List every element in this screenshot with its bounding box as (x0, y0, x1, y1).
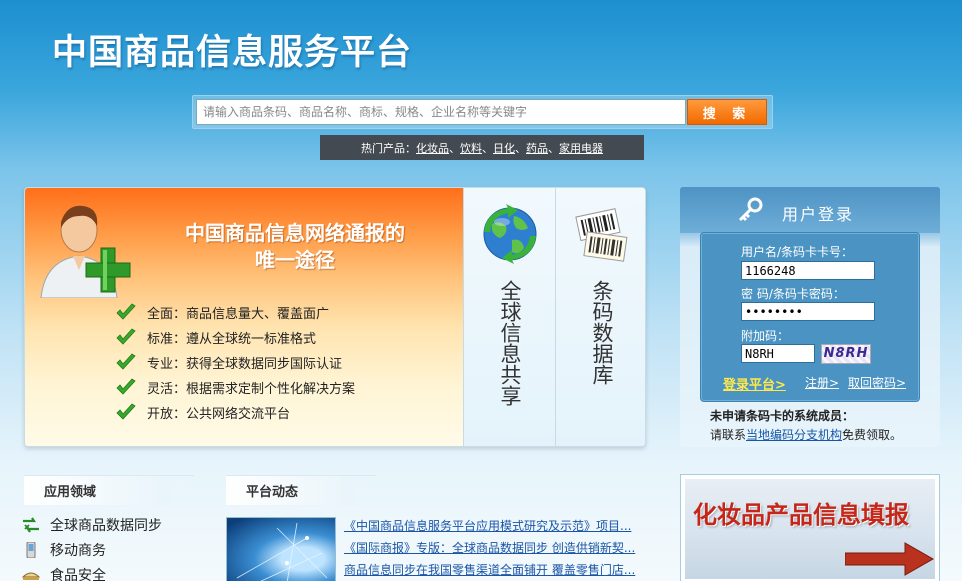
news-item: 《国际商报》专版：全球商品数据同步 创造供销新契... (344, 539, 635, 561)
feature-point: 全面：商品信息量大、覆盖面广 (115, 300, 355, 325)
site-title: 中国商品信息服务平台 (52, 33, 413, 73)
feature-points: 全面：商品信息量大、覆盖面广 标准：遵从全球统一标准格式 专业：获得全球数据同步… (115, 300, 355, 425)
key-icon (738, 197, 763, 222)
login-form: 用户名/条码卡卡号： 密 码/条码卡密码： 附加码： N8RH 登录平台> 注册… (700, 232, 920, 402)
app-item-data-sync[interactable]: 全球商品数据同步 (22, 512, 162, 537)
news-list: 《中国商品信息服务平台应用模式研究及示范》项目... 《国际商报》专版：全球商品… (344, 517, 635, 581)
apps-list: 全球商品数据同步 移动商务 食品安全 (22, 512, 162, 581)
food-icon (22, 572, 40, 580)
hot-link-daily-chemicals[interactable]: 日化 (493, 140, 515, 156)
search-input[interactable] (196, 99, 686, 125)
username-field[interactable] (741, 261, 875, 280)
hot-link-medicine[interactable]: 药品 (526, 140, 548, 156)
login-footer-text: 请联系当地编码分支机构免费领取。 (710, 426, 902, 445)
password-field[interactable] (741, 302, 875, 321)
news-image (226, 517, 336, 581)
hot-products-bar: 热门产品： 化妆品、 饮料、 日化、 药品、 家用电器 (320, 135, 644, 160)
global-sharing-label: 全球信息共享 (498, 280, 522, 406)
news-item: 商品信息同步在我国零售渠道全面铺开 覆盖零售门店... (344, 561, 635, 581)
app-item-label: 全球商品数据同步 (50, 517, 162, 534)
check-icon (116, 377, 136, 395)
news-link[interactable]: 《中国商品信息服务平台应用模式研究及示范》项目... (344, 519, 631, 533)
login-panel: 用户登录 用户名/条码卡卡号： 密 码/条码卡密码： 附加码： N8RH 登录平… (680, 187, 940, 447)
feature-point: 标准：遵从全球统一标准格式 (115, 325, 355, 350)
globe-network-image (236, 522, 328, 581)
news-link[interactable]: 《国际商报》专版：全球商品数据同步 创造供销新契... (344, 541, 635, 555)
recover-password-link[interactable]: 取回密码> (848, 374, 906, 391)
login-header: 用户登录 (680, 187, 940, 233)
globe-icon (483, 204, 537, 264)
register-link[interactable]: 注册> (805, 374, 839, 391)
news-link[interactable]: 商品信息同步在我国零售渠道全面铺开 覆盖零售门店... (344, 563, 635, 577)
feature-point-text: 灵活：根据需求定制个性化解决方案 (147, 382, 356, 397)
check-icon (116, 302, 136, 320)
login-footer-prefix: 请联系 (710, 428, 747, 442)
check-icon (116, 327, 136, 345)
feature-main: 中国商品信息网络通报的 唯一途径 全面：商品信息量大、覆盖面广 标准：遵从全球统… (25, 188, 463, 446)
feature-panel: 中国商品信息网络通报的 唯一途径 全面：商品信息量大、覆盖面广 标准：遵从全球统… (24, 187, 646, 447)
local-branch-link[interactable]: 当地编码分支机构 (746, 428, 842, 442)
feature-point: 专业：获得全球数据同步国际认证 (115, 350, 355, 375)
hot-link-appliances[interactable]: 家用电器 (559, 140, 603, 156)
username-label: 用户名/条码卡卡号： (741, 245, 854, 259)
captcha-field[interactable] (741, 344, 815, 363)
cosmetics-banner[interactable]: 化妆品产品信息填报 (680, 474, 940, 581)
login-footer: 未申请条码卡的系统成员： 请联系当地编码分支机构免费领取。 (710, 407, 902, 445)
phone-icon (26, 541, 36, 558)
hot-link-beverages[interactable]: 饮料 (460, 140, 482, 156)
search-button[interactable]: 搜 索 (687, 99, 767, 125)
app-item-label: 食品安全 (50, 567, 106, 581)
check-icon (116, 352, 136, 370)
password-label: 密 码/条码卡密码： (741, 287, 845, 301)
captcha-label: 附加码： (741, 329, 790, 343)
feature-headline: 中国商品信息网络通报的 唯一途径 (145, 220, 445, 274)
barcode-database-tab[interactable]: 条码数据库 (555, 188, 645, 446)
app-item-mobile-commerce[interactable]: 移动商务 (22, 537, 162, 562)
feature-point-text: 专业：获得全球数据同步国际认证 (147, 357, 343, 372)
banner-text: 化妆品产品信息填报 (693, 501, 909, 529)
news-heading: 平台动态 (226, 475, 376, 505)
app-item-label: 移动商务 (50, 542, 106, 559)
feature-headline-line2: 唯一途径 (255, 248, 335, 272)
feature-point: 灵活：根据需求定制个性化解决方案 (115, 375, 355, 400)
news-item: 《中国商品信息服务平台应用模式研究及示范》项目... (344, 517, 635, 539)
feature-point-text: 标准：遵从全球统一标准格式 (147, 332, 317, 347)
banner-inner: 化妆品产品信息填报 (685, 479, 935, 579)
app-item-food-safety[interactable]: 食品安全 (22, 562, 162, 581)
arrow-right-icon (845, 542, 935, 576)
barcode-database-label: 条码数据库 (590, 280, 614, 385)
feature-point-text: 全面：商品信息量大、覆盖面广 (147, 307, 330, 322)
sync-icon (23, 516, 39, 533)
feature-point: 开放：公共网络交流平台 (115, 400, 355, 425)
login-footer-suffix: 免费领取。 (842, 428, 903, 442)
feature-point-text: 开放：公共网络交流平台 (147, 407, 291, 422)
login-footer-title: 未申请条码卡的系统成员： (710, 409, 855, 423)
barcode-icon (575, 208, 628, 262)
hot-products-label: 热门产品： (361, 141, 416, 155)
apps-heading: 应用领域 (24, 475, 194, 505)
check-icon (116, 402, 136, 420)
search-bar: 搜 索 (192, 95, 773, 129)
login-title: 用户登录 (782, 205, 855, 224)
hot-link-cosmetics[interactable]: 化妆品 (416, 140, 449, 156)
feature-headline-line1: 中国商品信息网络通报的 (185, 221, 405, 245)
captcha-image[interactable]: N8RH (821, 344, 871, 364)
global-sharing-tab[interactable]: 全球信息共享 (463, 188, 555, 446)
login-button[interactable]: 登录平台> (723, 374, 786, 393)
user-add-icon (40, 205, 131, 298)
